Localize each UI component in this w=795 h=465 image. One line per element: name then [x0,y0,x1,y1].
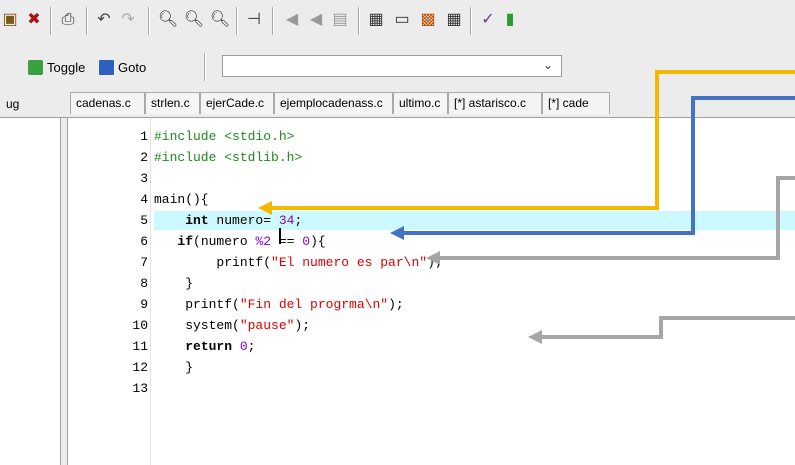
gray-arrowhead-printf [528,330,542,344]
blue-arrow [400,96,795,235]
gray-arrow-if [436,176,795,260]
gray-arrow-printf [538,316,795,339]
gray-arrowhead-if [426,251,440,265]
yellow-arrowhead [258,201,272,215]
blue-arrowhead [390,226,404,240]
annotation-arrows [258,70,795,344]
yellow-arrow [268,70,795,210]
